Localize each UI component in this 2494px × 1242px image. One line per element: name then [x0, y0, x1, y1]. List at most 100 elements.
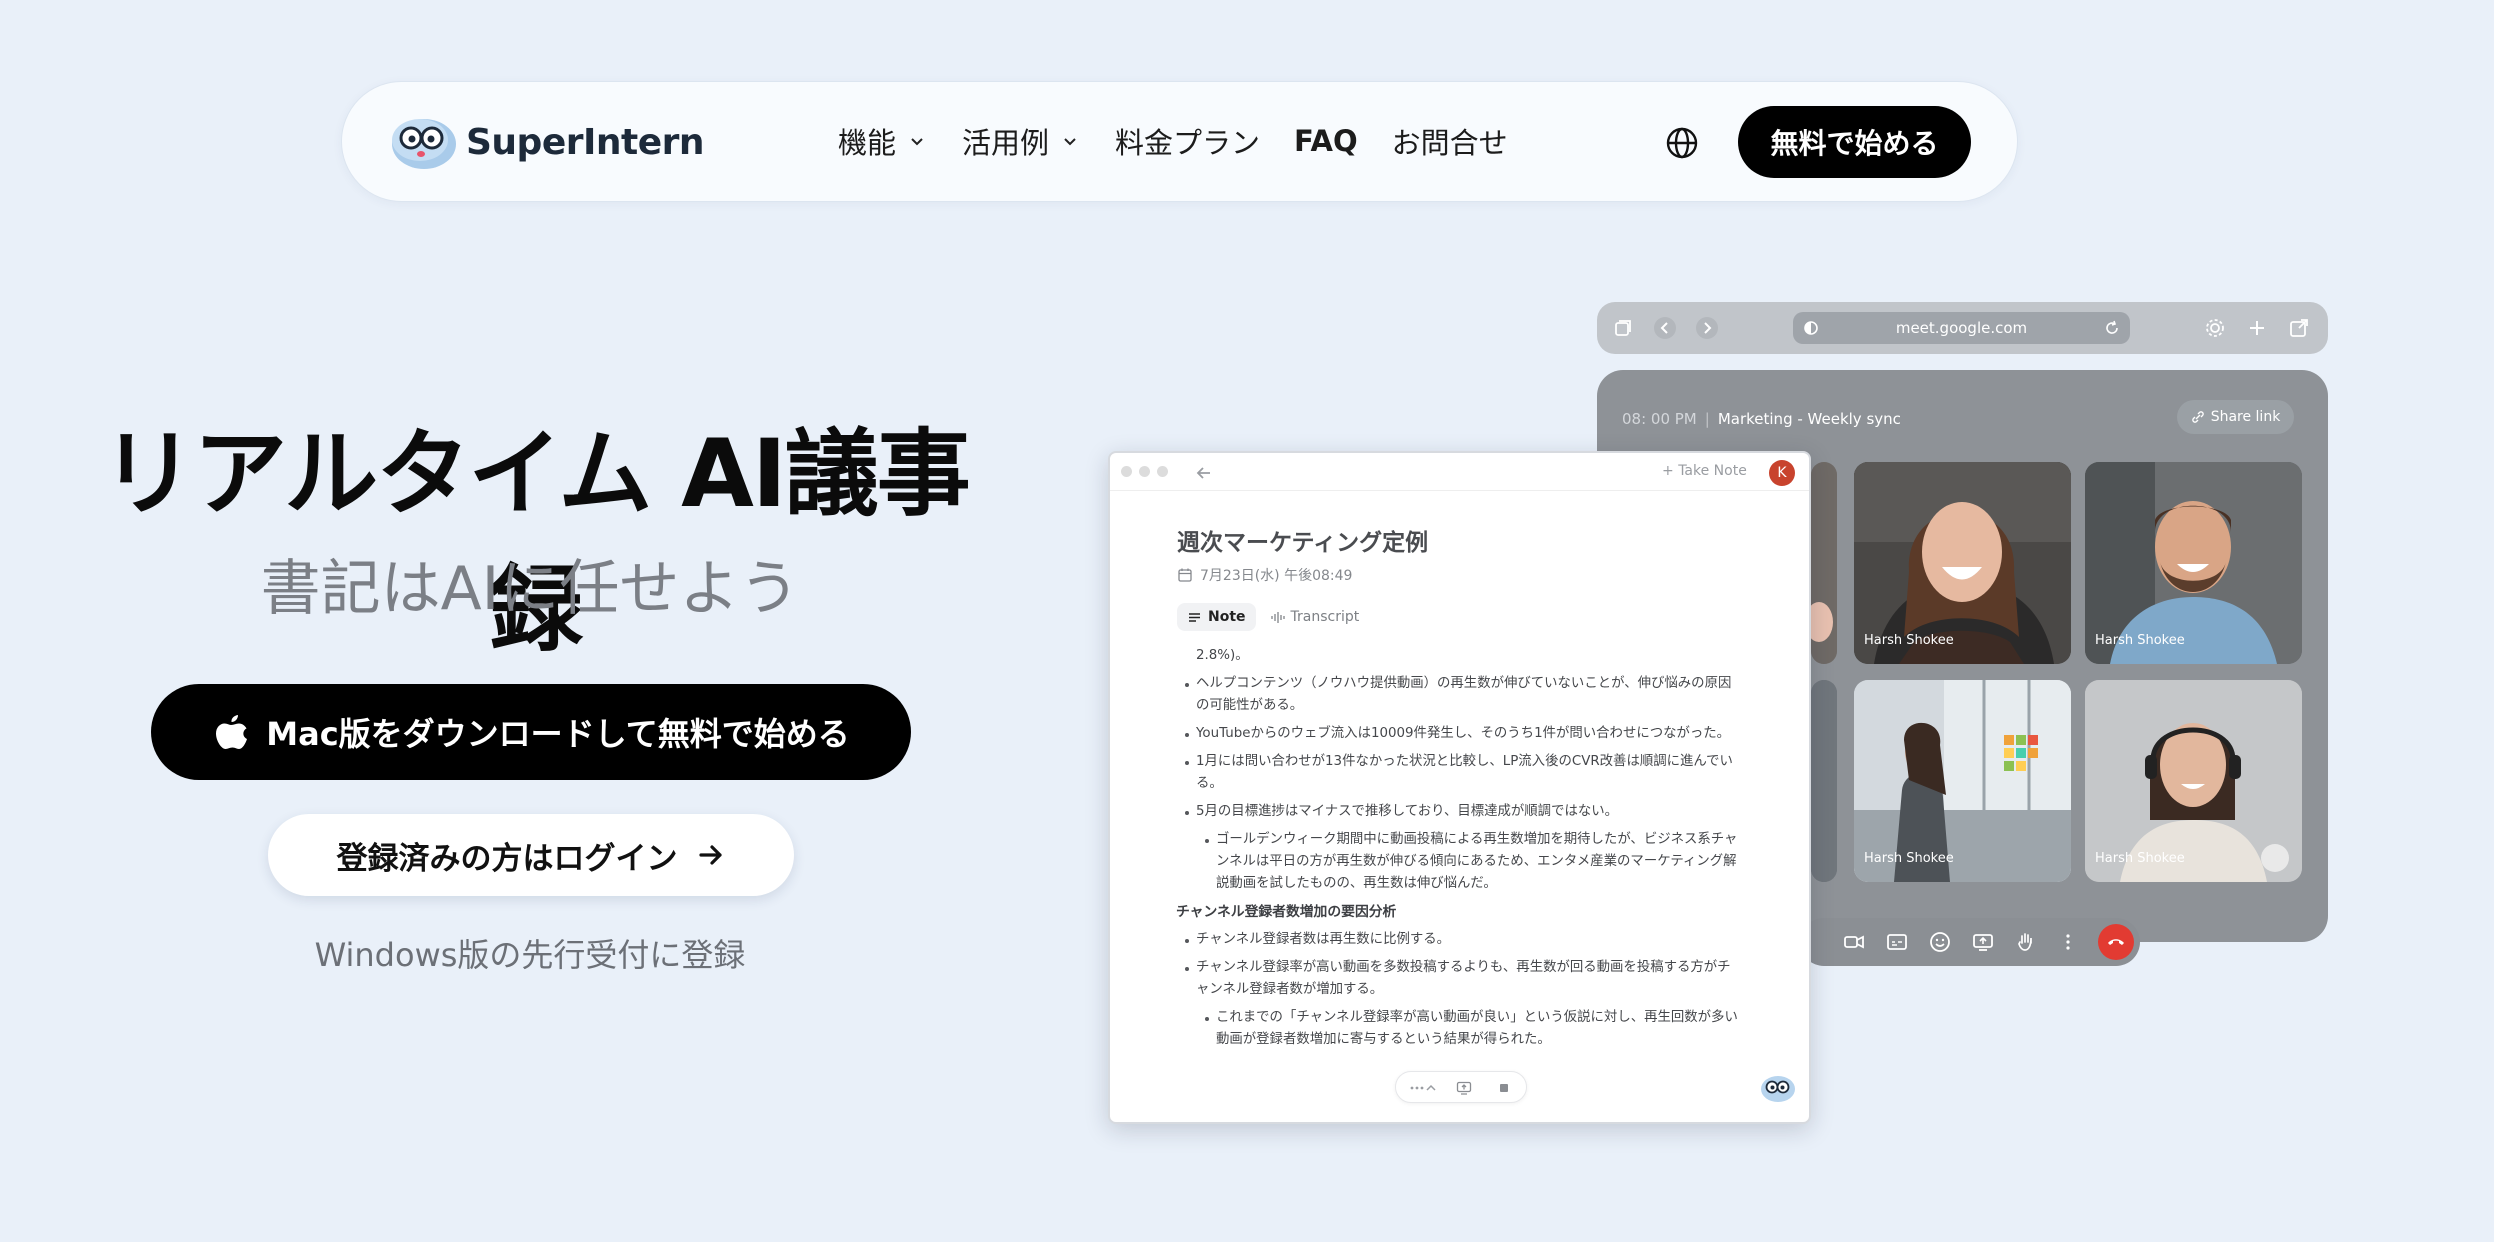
new-tab-plus-icon[interactable]: [2245, 316, 2269, 340]
participant-video: [1811, 680, 1837, 882]
reload-icon[interactable]: [2104, 320, 2120, 336]
menu-contact[interactable]: お問合せ: [1392, 120, 1508, 162]
meeting-separator: |: [1704, 410, 1710, 428]
note-tabs: Note Transcript: [1177, 603, 1373, 631]
site-info-icon: [1804, 321, 1818, 335]
note-line: 2.8%)。: [1196, 648, 1249, 663]
window-controls[interactable]: [1121, 466, 1175, 477]
mascot-logo-icon: [392, 119, 456, 169]
tab-note[interactable]: Note: [1177, 603, 1256, 631]
arrow-right-icon: [698, 845, 722, 865]
meet-control-bar: [1800, 918, 2140, 966]
note-line: ャンネル登録者数が増加する。: [1196, 982, 1384, 997]
menu-faq-label: FAQ: [1294, 124, 1358, 158]
main-menu: 機能 活用例 料金プラン FAQ お問合せ: [838, 120, 1542, 162]
top-navbar: SuperIntern 機能 活用例 料金プラン FAQ お問合せ 無料で始める: [341, 81, 2018, 202]
notes-app-window: + Take Note K 週次マーケティング定例 7月23日(水) 午後08:…: [1108, 451, 1811, 1124]
note-sub-bullet: これまでの「チャンネル登録率が高い動画が良い」という仮説に対し、再生回数が多い: [1176, 1007, 1772, 1029]
menu-pricing[interactable]: 料金プラン: [1115, 120, 1260, 162]
captions-icon[interactable]: [1885, 930, 1909, 954]
camera-icon[interactable]: [1842, 930, 1866, 954]
menu-contact-label: お問合せ: [1391, 126, 1508, 160]
hero-subtitle: 書記はAIに任せよう: [260, 554, 800, 624]
login-button[interactable]: 登録済みの方はログイン: [268, 814, 794, 896]
mac-download-label: Mac版をダウンロードして無料で始める: [266, 715, 850, 753]
note-bullet: チャンネル登録者数は再生数に比例する。: [1176, 929, 1772, 951]
note-line: の可能性がある。: [1196, 698, 1304, 713]
back-arrow-icon[interactable]: [1194, 463, 1214, 483]
address-bar[interactable]: meet.google.com: [1793, 312, 2130, 344]
menu-pricing-label: 料金プラン: [1115, 126, 1261, 160]
back-icon[interactable]: [1653, 316, 1677, 340]
share-link-label: Share link: [2210, 409, 2281, 425]
user-avatar[interactable]: K: [1769, 460, 1795, 486]
note-title: 週次マーケティング定例: [1177, 530, 1429, 556]
menu-use-cases[interactable]: 活用例: [962, 120, 1081, 162]
windows-waitlist-link[interactable]: Windows版の先行受付に登録: [160, 930, 900, 976]
note-bullet: チャンネル登録率が高い動画を多数投稿するよりも、再生数が回る動画を投稿する方がチ: [1176, 957, 1772, 979]
recording-toolbar: [1395, 1071, 1527, 1103]
note-content: 2.8%)。 ヘルプコンテンツ（ノウハウ提供動画）の再生数が伸びていないことが、…: [1176, 645, 1772, 1051]
take-note-label: Take Note: [1678, 463, 1747, 479]
note-bullet: 5月の目標進捗はマイナスで推移しており、目標達成が順調ではない。: [1176, 801, 1772, 823]
take-note-button[interactable]: + Take Note: [1662, 463, 1747, 479]
phone-hangup-icon: [2108, 939, 2124, 945]
participant-tile[interactable]: Harsh Shokee: [1854, 680, 2071, 882]
screen-capture-icon[interactable]: [1456, 1080, 1472, 1096]
participant-name: Harsh Shokee: [2095, 633, 2185, 648]
hang-up-button[interactable]: [2098, 924, 2134, 960]
menu-features-label: 機能: [838, 126, 897, 160]
participant-tile-partial[interactable]: [1811, 462, 1837, 664]
hero-title: リアルタイム AI議事録: [101, 420, 971, 665]
share-link-button[interactable]: Share link: [2177, 400, 2294, 434]
note-line: 説動画を試したものの、再生数は伸び悩んだ。: [1216, 876, 1497, 891]
note-date-text: 7月23日(水) 午後08:49: [1200, 568, 1353, 584]
tabs-icon[interactable]: [1611, 316, 1635, 340]
apple-icon: [216, 715, 248, 749]
waveform-icon: [1270, 611, 1285, 623]
forward-icon[interactable]: [1695, 316, 1719, 340]
tab-transcript-label: Transcript: [1290, 609, 1360, 625]
note-bullet: YouTubeからのウェブ流入は10009件発生し、そのうち1件が問い合わせにつ…: [1176, 723, 1772, 745]
start-free-button[interactable]: 無料で始める: [1738, 106, 1971, 178]
menu-faq[interactable]: FAQ: [1294, 124, 1358, 158]
external-link-icon[interactable]: [2287, 316, 2311, 340]
note-heading: チャンネル登録者数増加の要因分析: [1176, 904, 1397, 920]
participant-tile[interactable]: Harsh Shokee: [2085, 680, 2302, 882]
brand-name: SuperIntern: [466, 121, 705, 163]
participant-tile-partial[interactable]: [1811, 680, 1837, 882]
participant-name: Harsh Shokee: [1864, 633, 1954, 648]
participant-name: Harsh Shokee: [2095, 851, 2185, 866]
note-date: 7月23日(水) 午後08:49: [1177, 565, 1352, 585]
globe-icon[interactable]: [1665, 126, 1699, 160]
notes-titlebar: + Take Note K: [1110, 453, 1809, 491]
stop-icon[interactable]: [1496, 1080, 1512, 1096]
mascot-logo-icon[interactable]: [1760, 1073, 1796, 1103]
audio-level-icon[interactable]: [1408, 1080, 1438, 1096]
note-sub-bullet: ゴールデンウィーク期間中に動画投稿による再生数増加を期待したが、ビジネス系チャ: [1176, 829, 1772, 851]
more-options-icon[interactable]: [2056, 930, 2080, 954]
participant-tile[interactable]: Harsh Shokee: [1854, 462, 2071, 664]
chevron-down-icon: [1064, 138, 1076, 146]
tab-transcript[interactable]: Transcript: [1260, 603, 1370, 631]
tab-note-label: Note: [1208, 609, 1246, 625]
participant-video: [1811, 462, 1837, 664]
present-screen-icon[interactable]: [1971, 930, 1995, 954]
browser-toolbar: meet.google.com: [1597, 302, 2328, 354]
menu-use-cases-label: 活用例: [962, 126, 1050, 160]
chevron-down-icon: [911, 138, 923, 146]
participant-tile[interactable]: Harsh Shokee: [2085, 462, 2302, 664]
brand-logo[interactable]: SuperIntern: [390, 114, 705, 170]
link-icon: [2191, 411, 2204, 423]
url-text: meet.google.com: [1895, 319, 2028, 337]
emoji-icon[interactable]: [1928, 930, 1952, 954]
mac-download-button[interactable]: Mac版をダウンロードして無料で始める: [151, 684, 911, 780]
calendar-icon: [1178, 568, 1192, 582]
meeting-time: 08: 00 PM: [1622, 410, 1697, 428]
note-line: 動画が登録者数増加に寄与するという結果が得られた。: [1216, 1032, 1551, 1047]
note-bullet: 1月には問い合わせが13件なかった状況と比較し、LP流入後のCVR改善は順調に進…: [1176, 751, 1772, 773]
note-bullet: ヘルプコンテンツ（ノウハウ提供動画）の再生数が伸びていないことが、伸び悩みの原因: [1176, 673, 1772, 695]
menu-features[interactable]: 機能: [838, 120, 928, 162]
settings-gear-icon[interactable]: [2203, 316, 2227, 340]
raise-hand-icon[interactable]: [2014, 930, 2038, 954]
